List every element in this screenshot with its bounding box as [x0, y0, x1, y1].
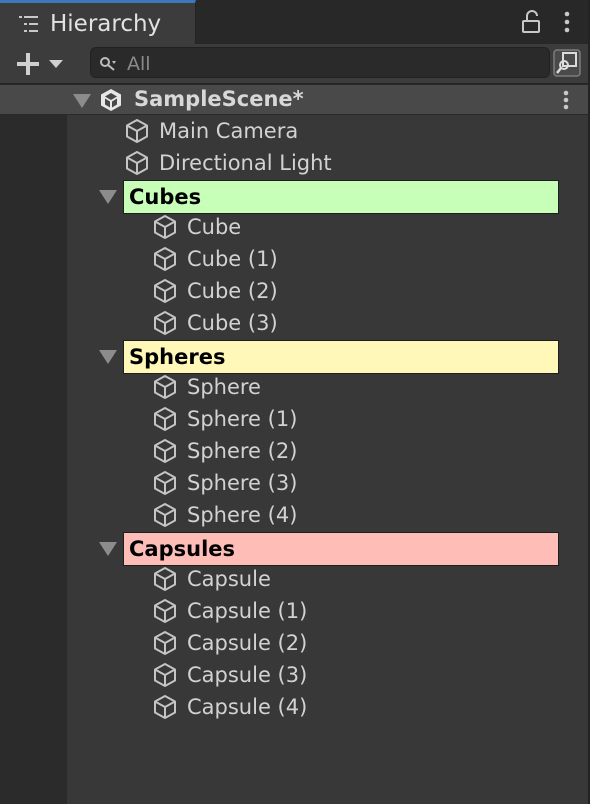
list-item-sphere-3[interactable]: Sphere (3)	[152, 467, 552, 499]
hierarchy-toolbar	[0, 44, 590, 84]
gameobject-cube-icon	[154, 407, 176, 431]
item-label: Sphere (4)	[187, 503, 298, 527]
list-item-capsule[interactable]: Capsule	[152, 563, 552, 595]
gameobject-cube-icon	[126, 151, 148, 175]
kebab-menu-icon[interactable]	[556, 10, 578, 34]
spheres-foldout-arrow[interactable]	[99, 350, 117, 364]
item-label: Cube (3)	[187, 311, 278, 335]
group-header-cubes[interactable]: Cubes	[123, 180, 559, 214]
group-header-capsules[interactable]: Capsules	[123, 532, 559, 566]
tab-title: Hierarchy	[50, 11, 162, 37]
list-icon	[19, 16, 38, 32]
item-label: Capsule (3)	[187, 663, 308, 687]
gameobject-cube-icon	[154, 247, 176, 271]
gameobject-cube-icon	[154, 599, 176, 623]
group-label: Spheres	[129, 345, 226, 369]
item-label: Capsule (1)	[187, 599, 308, 623]
group-label: Cubes	[129, 185, 202, 209]
gameobject-cube-icon	[154, 215, 176, 239]
list-item-main-camera[interactable]: Main Camera	[124, 115, 564, 147]
item-label: Main Camera	[159, 119, 299, 143]
gameobject-cube-icon	[154, 471, 176, 495]
tab-hierarchy[interactable]: Hierarchy	[0, 0, 196, 44]
item-label: Capsule (4)	[187, 695, 308, 719]
item-label: Capsule	[187, 567, 271, 591]
search-window-icon[interactable]	[552, 48, 582, 78]
gameobject-cube-icon	[154, 439, 176, 463]
gameobject-cube-icon	[154, 279, 176, 303]
list-item-sphere-1[interactable]: Sphere (1)	[152, 403, 552, 435]
item-label: Sphere (2)	[187, 439, 298, 463]
unity-scene-icon	[101, 89, 121, 111]
hierarchy-gutter	[0, 84, 67, 804]
list-item-capsule-1[interactable]: Capsule (1)	[152, 595, 552, 627]
scene-menu-icon[interactable]	[556, 88, 576, 112]
item-label: Cube (2)	[187, 279, 278, 303]
list-item-cube-3[interactable]: Cube (3)	[152, 307, 552, 339]
list-item-directional-light[interactable]: Directional Light	[124, 147, 564, 179]
scene-header-row[interactable]: SampleScene*	[0, 84, 590, 115]
list-item-sphere-4[interactable]: Sphere (4)	[152, 499, 552, 531]
hierarchy-window: Hierarchy All SampleScene* Main Camera D…	[0, 0, 590, 804]
plus-icon	[17, 53, 39, 75]
gameobject-cube-icon	[154, 567, 176, 591]
item-label: Cube	[187, 215, 242, 239]
item-label: Sphere	[187, 375, 261, 399]
gameobject-cube-icon	[154, 663, 176, 687]
gameobject-cube-icon	[126, 119, 148, 143]
scene-name: SampleScene*	[134, 87, 304, 111]
gameobject-cube-icon	[154, 695, 176, 719]
gameobject-cube-icon	[154, 631, 176, 655]
search-field[interactable]	[90, 47, 550, 78]
gameobject-cube-icon	[154, 375, 176, 399]
list-item-sphere-2[interactable]: Sphere (2)	[152, 435, 552, 467]
list-item-capsule-4[interactable]: Capsule (4)	[152, 691, 552, 723]
gameobject-cube-icon	[154, 311, 176, 335]
list-item-sphere[interactable]: Sphere	[152, 371, 552, 403]
group-label: Capsules	[129, 537, 236, 561]
list-item-capsule-2[interactable]: Capsule (2)	[152, 627, 552, 659]
gameobject-cube-icon	[154, 503, 176, 527]
lock-icon[interactable]	[520, 10, 542, 34]
item-label: Sphere (3)	[187, 471, 298, 495]
create-button[interactable]	[10, 48, 72, 78]
capsules-foldout-arrow[interactable]	[99, 542, 117, 556]
cubes-foldout-arrow[interactable]	[99, 190, 117, 204]
search-icon	[100, 57, 116, 71]
dropdown-arrow-icon	[49, 60, 63, 68]
item-label: Directional Light	[159, 151, 332, 175]
list-item-cube-2[interactable]: Cube (2)	[152, 275, 552, 307]
list-item-capsule-3[interactable]: Capsule (3)	[152, 659, 552, 691]
list-item-cube-1[interactable]: Cube (1)	[152, 243, 552, 275]
item-label: Cube (1)	[187, 247, 278, 271]
list-item-cube[interactable]: Cube	[152, 211, 552, 243]
scene-foldout-arrow[interactable]	[73, 94, 91, 108]
item-label: Capsule (2)	[187, 631, 308, 655]
tab-bar: Hierarchy	[0, 0, 590, 44]
search-input[interactable]	[125, 50, 529, 77]
item-label: Sphere (1)	[187, 407, 298, 431]
group-header-spheres[interactable]: Spheres	[123, 340, 559, 374]
